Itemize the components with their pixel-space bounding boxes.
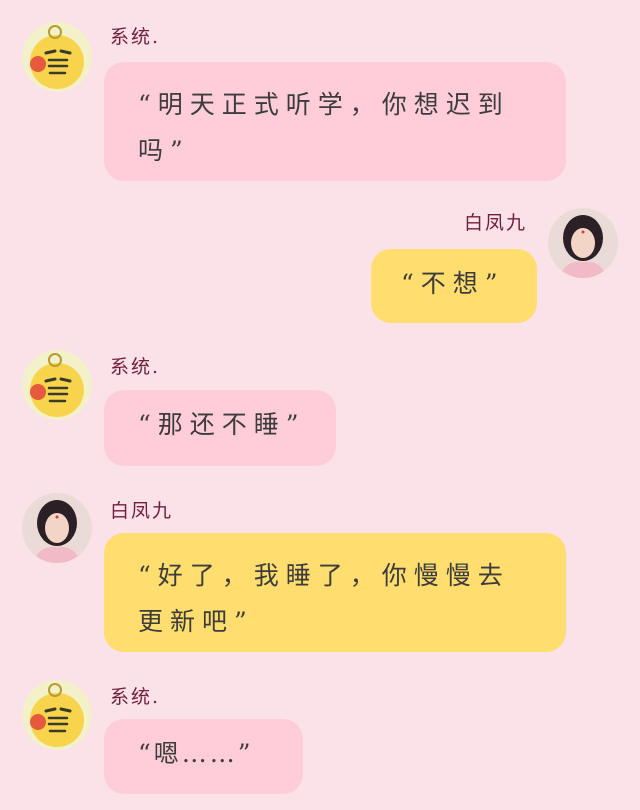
- message-bubble[interactable]: “明天正式听学，你想迟到吗”: [104, 62, 566, 181]
- message-bubble[interactable]: “好了，我睡了，你慢慢去更新吧”: [104, 533, 566, 652]
- sender-name: 白凤九: [464, 212, 528, 234]
- sender-name: 系统.: [110, 26, 161, 48]
- sender-name: 系统.: [110, 686, 161, 708]
- system-avatar-3[interactable]: [22, 680, 92, 750]
- user-avatar-2[interactable]: [22, 493, 92, 563]
- message-bubble[interactable]: “不想”: [371, 249, 537, 323]
- sender-name: 系统.: [110, 356, 161, 378]
- message-bubble[interactable]: “那还不睡”: [104, 390, 336, 466]
- meme-face-icon: [22, 680, 92, 750]
- message-bubble[interactable]: “嗯……”: [104, 719, 303, 794]
- meme-face-icon: [22, 22, 92, 92]
- girl-portrait-icon: [548, 208, 618, 278]
- system-avatar-1[interactable]: [22, 22, 92, 92]
- user-avatar-1[interactable]: [548, 208, 618, 278]
- sender-name: 白凤九: [110, 500, 174, 522]
- system-avatar-2[interactable]: [22, 350, 92, 420]
- girl-portrait-icon: [22, 493, 92, 563]
- meme-face-icon: [22, 350, 92, 420]
